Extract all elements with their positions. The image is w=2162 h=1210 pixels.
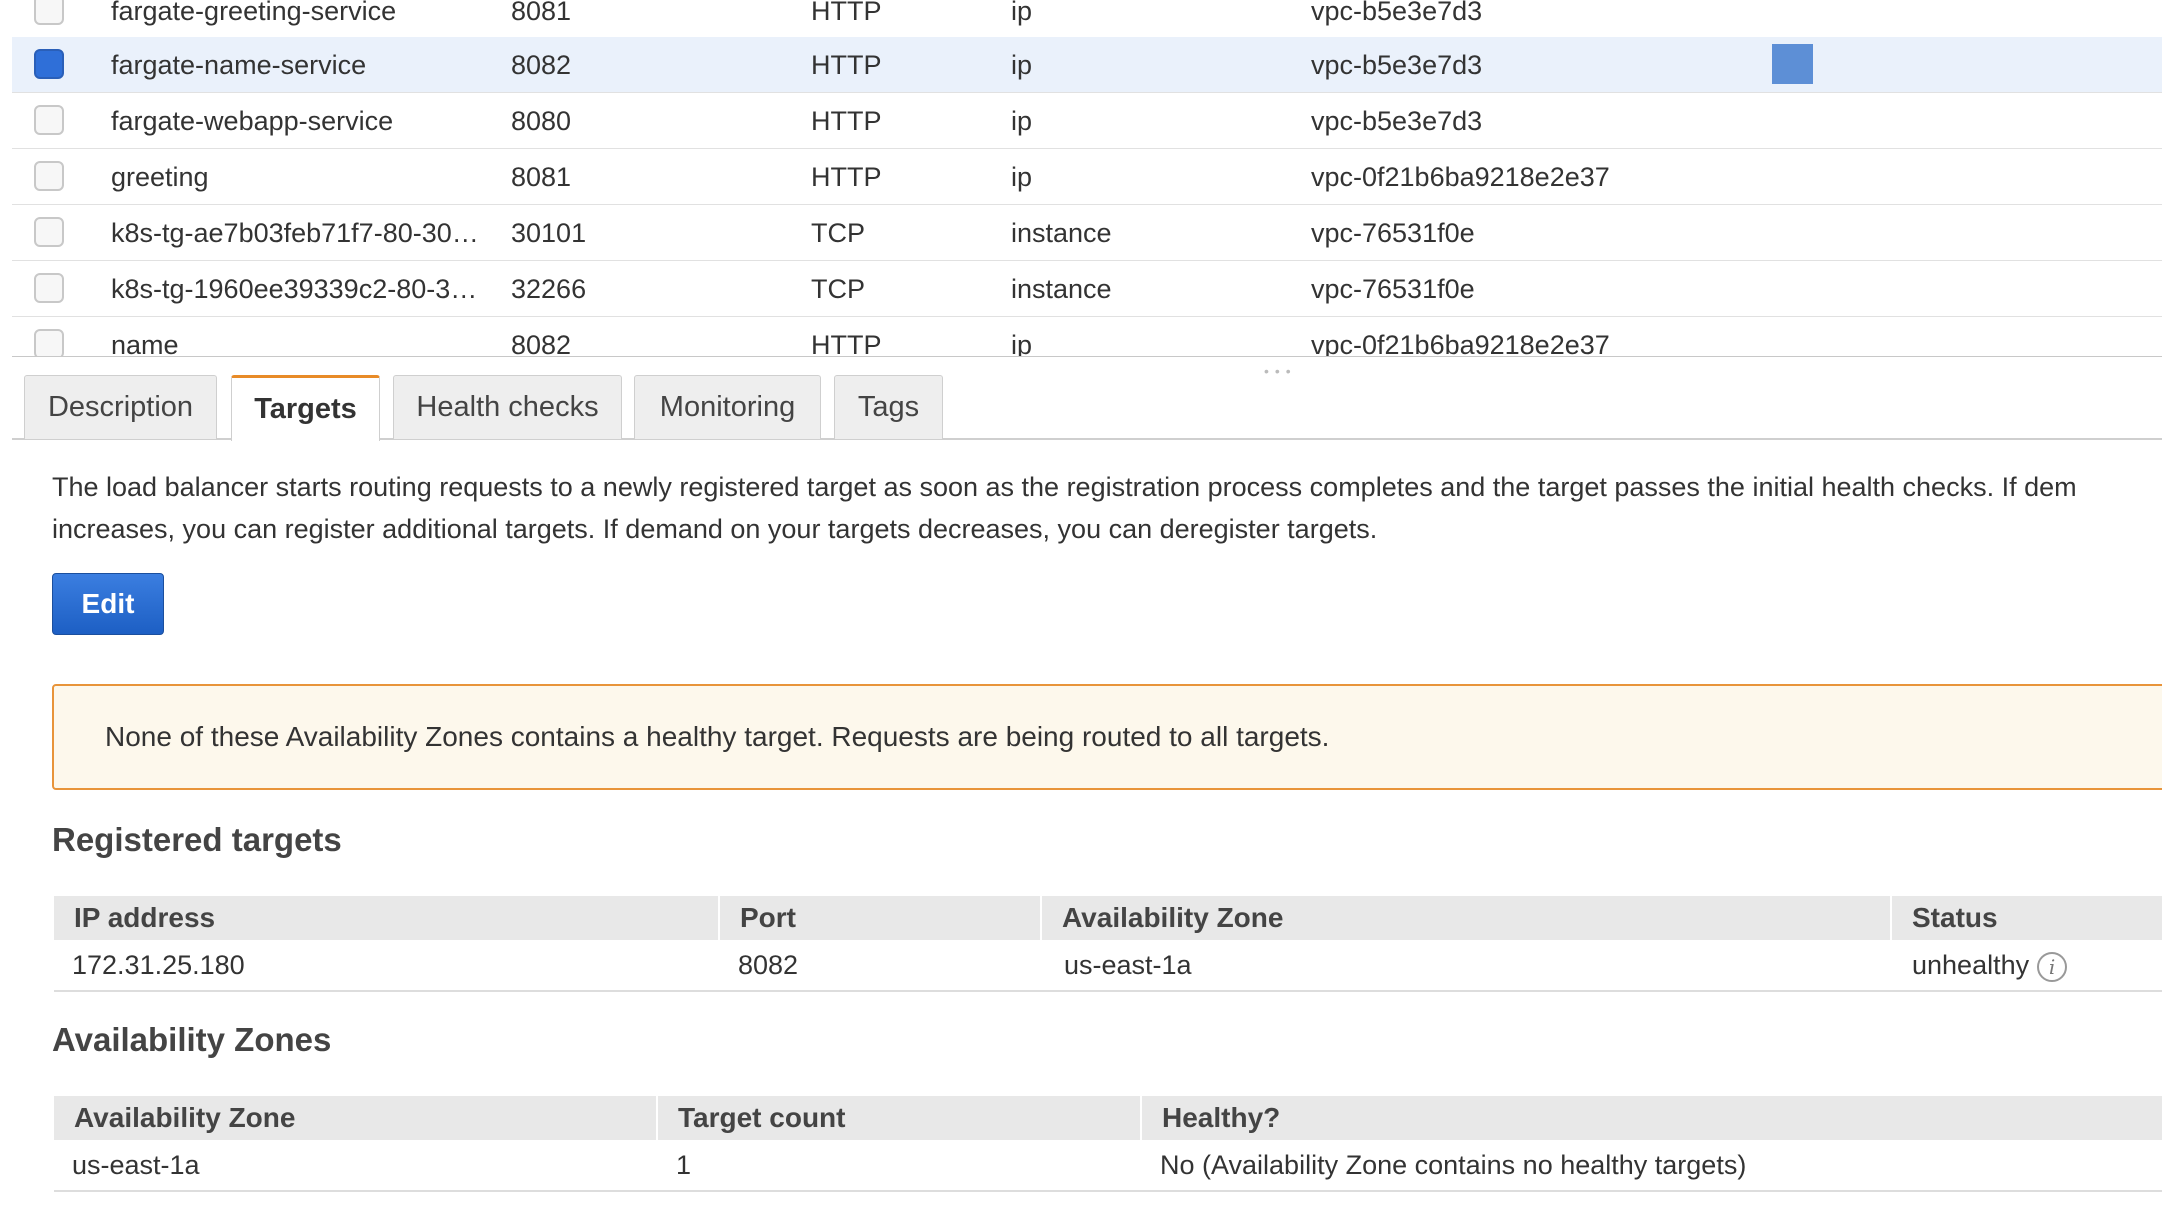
intro-line-1: The load balancer starts routing request…: [52, 472, 2077, 502]
table-row[interactable]: fargate-greeting-service 8081 HTTP ip vp…: [12, 0, 2162, 39]
tab-targets[interactable]: Targets: [231, 375, 380, 441]
protocol: HTTP: [811, 162, 882, 192]
table-row[interactable]: fargate-webapp-service 8080 HTTP ip vpc-…: [12, 93, 2162, 149]
target-group-name: fargate-webapp-service: [111, 106, 394, 136]
port: 8082: [511, 330, 572, 357]
tab-health-checks[interactable]: Health checks: [393, 375, 622, 439]
targets-intro: The load balancer starts routing request…: [52, 466, 2162, 550]
warning-text: None of these Availability Zones contain…: [105, 721, 1330, 752]
target-type: ip: [1011, 330, 1033, 357]
port: 8081: [511, 0, 572, 26]
target-group-name: k8s-tg-ae7b03feb71f7-80-30…: [111, 218, 479, 248]
port: 32266: [511, 274, 587, 304]
target-type: ip: [1011, 106, 1033, 136]
row-checkbox[interactable]: [34, 329, 64, 357]
target-group-name: k8s-tg-1960ee39339c2-80-3…: [111, 274, 478, 304]
protocol: TCP: [811, 218, 865, 248]
protocol: HTTP: [811, 106, 882, 136]
vpc-id: vpc-0f21b6ba9218e2e37: [1311, 330, 1610, 357]
target-type: ip: [1011, 162, 1033, 192]
registered-targets-heading: Registered targets: [52, 821, 342, 858]
port: 8080: [511, 106, 572, 136]
row-checkbox[interactable]: [34, 161, 64, 191]
vpc-id: vpc-b5e3e7d3: [1311, 50, 1483, 80]
table-row[interactable]: name 8082 HTTP ip vpc-0f21b6ba9218e2e37: [12, 317, 2162, 357]
target-type: ip: [1011, 0, 1033, 26]
target-availability-zone: us-east-1a: [1064, 950, 1192, 980]
vpc-id: vpc-76531f0e: [1311, 274, 1475, 304]
vpc-id: vpc-b5e3e7d3: [1311, 0, 1483, 26]
target-group-name: fargate-name-service: [111, 50, 367, 80]
target-port: 8082: [738, 950, 799, 980]
availability-zones-header: Availability Zone Target count Healthy?: [54, 1096, 2162, 1140]
panel-divider: [12, 356, 2162, 357]
resize-handle-icon[interactable]: •••: [1264, 363, 1297, 379]
column-header-status[interactable]: Status: [1890, 896, 2162, 940]
table-row: 172.31.25.180 8082 us-east-1a unhealthy i: [54, 940, 2162, 992]
column-header-availability-zone[interactable]: Availability Zone: [54, 1096, 656, 1140]
row-checkbox[interactable]: [34, 273, 64, 303]
availability-zones-heading: Availability Zones: [52, 1021, 332, 1058]
selection-marker: [1772, 44, 1813, 84]
table-row[interactable]: k8s-tg-1960ee39339c2-80-3… 32266 TCP ins…: [12, 261, 2162, 317]
status-text: unhealthy: [1912, 950, 2030, 980]
target-ip: 172.31.25.180: [72, 950, 245, 980]
target-status: unhealthy i: [1912, 940, 2068, 990]
table-row[interactable]: k8s-tg-ae7b03feb71f7-80-30… 30101 TCP in…: [12, 205, 2162, 261]
row-checkbox[interactable]: [34, 217, 64, 247]
port: 8081: [511, 162, 572, 192]
target-type: instance: [1011, 218, 1112, 248]
vpc-id: vpc-0f21b6ba9218e2e37: [1311, 162, 1610, 192]
intro-line-2: increases, you can register additional t…: [52, 514, 1378, 544]
edit-button[interactable]: Edit: [52, 573, 164, 635]
column-header-ip[interactable]: IP address: [54, 896, 718, 940]
az-name: us-east-1a: [72, 1150, 200, 1180]
registered-targets-header: IP address Port Availability Zone Status: [54, 896, 2162, 940]
column-header-availability-zone[interactable]: Availability Zone: [1040, 896, 1890, 940]
az-healthy: No (Availability Zone contains no health…: [1160, 1150, 1747, 1180]
az-target-count: 1: [676, 1150, 692, 1180]
row-checkbox[interactable]: [34, 105, 64, 135]
table-row[interactable]: greeting 8081 HTTP ip vpc-0f21b6ba9218e2…: [12, 149, 2162, 205]
column-header-port[interactable]: Port: [718, 896, 1040, 940]
protocol: HTTP: [811, 50, 882, 80]
table-row-selected[interactable]: fargate-name-service 8082 HTTP ip vpc-b5…: [12, 37, 2162, 93]
tab-tags[interactable]: Tags: [834, 375, 943, 439]
target-group-name: greeting: [111, 162, 209, 192]
row-checkbox-checked[interactable]: [34, 49, 64, 79]
row-checkbox[interactable]: [34, 0, 64, 25]
target-group-name: name: [111, 330, 179, 357]
protocol: HTTP: [811, 330, 882, 357]
column-header-target-count[interactable]: Target count: [656, 1096, 1140, 1140]
target-group-name: fargate-greeting-service: [111, 0, 397, 26]
column-header-healthy[interactable]: Healthy?: [1140, 1096, 2162, 1140]
info-icon[interactable]: i: [2037, 951, 2068, 982]
vpc-id: vpc-76531f0e: [1311, 218, 1475, 248]
warning-banner: None of these Availability Zones contain…: [52, 684, 2162, 790]
protocol: TCP: [811, 274, 865, 304]
port: 30101: [511, 218, 587, 248]
tab-monitoring[interactable]: Monitoring: [634, 375, 821, 439]
vpc-id: vpc-b5e3e7d3: [1311, 106, 1483, 136]
protocol: HTTP: [811, 0, 882, 26]
table-row: us-east-1a 1 No (Availability Zone conta…: [54, 1140, 2162, 1192]
target-type: ip: [1011, 50, 1033, 80]
tab-description[interactable]: Description: [24, 375, 217, 439]
port: 8082: [511, 50, 572, 80]
target-type: instance: [1011, 274, 1112, 304]
